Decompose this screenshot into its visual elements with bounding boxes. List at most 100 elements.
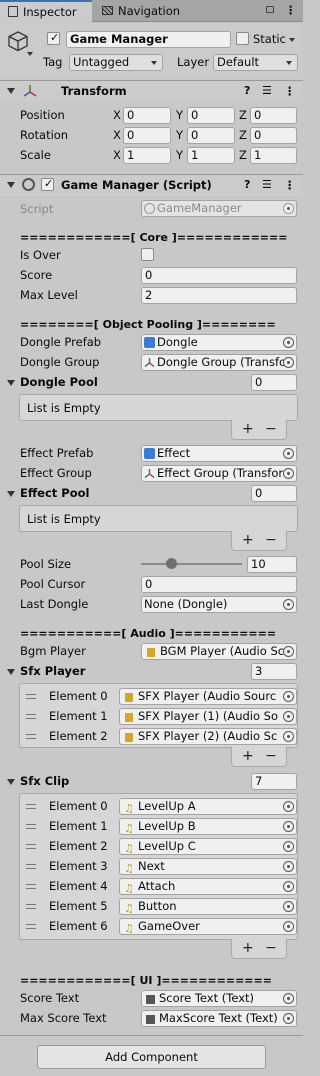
sfx-player-element-field[interactable]: SFX Player (1) (Audio So xyxy=(119,708,297,725)
lock-icon[interactable] xyxy=(266,6,274,13)
dongle-pool-label[interactable]: Dongle Pool xyxy=(20,374,98,390)
object-picker-icon[interactable] xyxy=(283,646,294,657)
sfx-clip-count[interactable]: 7 xyxy=(251,773,297,790)
more-menu-icon[interactable]: ⋮ xyxy=(285,2,296,18)
object-picker-icon[interactable] xyxy=(283,881,294,892)
script-enabled-checkbox[interactable]: ✓ xyxy=(41,177,54,191)
script-foldout-icon[interactable] xyxy=(7,182,15,188)
tab-inspector[interactable]: Inspector xyxy=(0,0,92,22)
sfx-player-label[interactable]: Sfx Player xyxy=(20,663,85,679)
more-menu-icon[interactable]: ⋮ xyxy=(284,83,296,99)
presets-icon[interactable]: ☰ xyxy=(262,177,272,193)
icon-dropdown-arrow[interactable] xyxy=(27,52,33,56)
object-picker-icon[interactable] xyxy=(283,599,294,610)
pool-size-field[interactable]: 10 xyxy=(247,556,297,573)
layer-dropdown[interactable]: Default xyxy=(213,54,298,71)
object-picker-icon[interactable] xyxy=(283,821,294,832)
more-menu-icon[interactable]: ⋮ xyxy=(284,177,296,193)
gameobject-name-field[interactable]: Game Manager xyxy=(66,31,231,48)
drag-handle-icon[interactable] xyxy=(26,694,36,699)
drag-handle-icon[interactable] xyxy=(26,864,36,869)
drag-handle-icon[interactable] xyxy=(26,824,36,829)
object-picker-icon[interactable] xyxy=(283,841,294,852)
score-field[interactable]: 0 xyxy=(141,267,297,284)
drag-handle-icon[interactable] xyxy=(26,714,36,719)
static-checkbox[interactable] xyxy=(236,32,249,45)
object-picker-icon[interactable] xyxy=(283,448,294,459)
sfx-clip-element-field[interactable]: ♫ LevelUp B xyxy=(119,818,297,835)
remove-icon[interactable]: − xyxy=(265,421,277,437)
effect-pool-count[interactable]: 0 xyxy=(251,485,297,502)
position-x-field[interactable]: 0 xyxy=(123,107,171,124)
active-checkbox[interactable]: ✓ xyxy=(47,31,60,45)
tab-navigation[interactable]: Navigation xyxy=(94,0,204,22)
presets-icon[interactable]: ☰ xyxy=(262,83,272,99)
sfx-player-count[interactable]: 3 xyxy=(251,663,297,680)
object-picker-icon[interactable] xyxy=(283,901,294,912)
object-picker-icon[interactable] xyxy=(283,921,294,932)
object-picker-icon[interactable] xyxy=(283,731,294,742)
add-icon[interactable]: + xyxy=(242,940,254,956)
dongle-pool-count[interactable]: 0 xyxy=(251,374,297,391)
drag-handle-icon[interactable] xyxy=(26,804,36,809)
static-dropdown-arrow[interactable] xyxy=(289,38,295,42)
sfx-clip-element-field[interactable]: ♫ GameOver xyxy=(119,918,297,935)
bgm-player-field[interactable]: BGM Player (Audio Sc xyxy=(141,643,297,660)
remove-icon[interactable]: − xyxy=(265,940,277,956)
rotation-z-field[interactable]: 0 xyxy=(250,127,297,144)
object-picker-icon[interactable] xyxy=(283,1013,294,1024)
sfx-clip-element-field[interactable]: ♫ Attach xyxy=(119,878,297,895)
object-picker-icon[interactable] xyxy=(283,357,294,368)
object-picker-icon[interactable] xyxy=(283,691,294,702)
pool-cursor-field[interactable]: 0 xyxy=(141,576,297,593)
object-picker-icon[interactable] xyxy=(283,337,294,348)
scale-y-field[interactable]: 1 xyxy=(187,147,235,164)
position-y-field[interactable]: 0 xyxy=(187,107,235,124)
dongle-pool-foldout-icon[interactable] xyxy=(7,380,15,386)
add-icon[interactable]: + xyxy=(242,532,254,548)
transform-header[interactable] xyxy=(0,80,303,102)
drag-handle-icon[interactable] xyxy=(26,734,36,739)
drag-handle-icon[interactable] xyxy=(26,844,36,849)
sfx-clip-element-field[interactable]: ♫ LevelUp A xyxy=(119,798,297,815)
object-picker-icon[interactable] xyxy=(283,468,294,479)
dongle-group-field[interactable]: Dongle Group (Transfo xyxy=(141,354,297,371)
last-dongle-field[interactable]: None (Dongle) xyxy=(141,596,297,613)
sfx-player-element-field[interactable]: SFX Player (Audio Sourc xyxy=(119,688,297,705)
effect-pool-label[interactable]: Effect Pool xyxy=(20,485,89,501)
effect-prefab-field[interactable]: Effect xyxy=(141,445,297,462)
sfx-player-foldout-icon[interactable] xyxy=(7,669,15,675)
pool-size-slider-track[interactable] xyxy=(141,563,242,565)
object-picker-icon[interactable] xyxy=(283,711,294,722)
position-z-field[interactable]: 0 xyxy=(250,107,297,124)
remove-icon[interactable]: − xyxy=(265,748,277,764)
object-picker-icon[interactable] xyxy=(283,861,294,872)
score-text-field[interactable]: Score Text (Text) xyxy=(141,990,297,1007)
max-score-text-field[interactable]: MaxScore Text (Text) xyxy=(141,1010,297,1027)
scale-x-field[interactable]: 1 xyxy=(123,147,171,164)
tag-dropdown[interactable]: Untagged xyxy=(69,54,163,71)
sfx-clip-label[interactable]: Sfx Clip xyxy=(20,773,69,789)
add-icon[interactable]: + xyxy=(242,748,254,764)
help-icon[interactable]: ? xyxy=(244,83,250,99)
drag-handle-icon[interactable] xyxy=(26,924,36,929)
max-level-field[interactable]: 2 xyxy=(141,287,297,304)
rotation-x-field[interactable]: 0 xyxy=(123,127,171,144)
scale-z-field[interactable]: 1 xyxy=(250,147,297,164)
help-icon[interactable]: ? xyxy=(244,177,250,193)
effect-pool-foldout-icon[interactable] xyxy=(7,491,15,497)
pool-size-slider-thumb[interactable] xyxy=(166,558,178,569)
sfx-player-element-field[interactable]: SFX Player (2) (Audio Sc xyxy=(119,728,297,745)
transform-foldout-icon[interactable] xyxy=(7,88,15,94)
dongle-prefab-field[interactable]: Dongle xyxy=(141,334,297,351)
add-component-button[interactable]: Add Component xyxy=(37,1045,266,1069)
add-icon[interactable]: + xyxy=(242,421,254,437)
is-over-checkbox[interactable] xyxy=(141,248,154,261)
sfx-clip-element-field[interactable]: ♫ Button xyxy=(119,898,297,915)
remove-icon[interactable]: − xyxy=(265,532,277,548)
sfx-clip-element-field[interactable]: ♫ Next xyxy=(119,858,297,875)
sfx-clip-foldout-icon[interactable] xyxy=(7,779,15,785)
object-picker-icon[interactable] xyxy=(283,993,294,1004)
object-picker-icon[interactable] xyxy=(283,801,294,812)
rotation-y-field[interactable]: 0 xyxy=(187,127,235,144)
